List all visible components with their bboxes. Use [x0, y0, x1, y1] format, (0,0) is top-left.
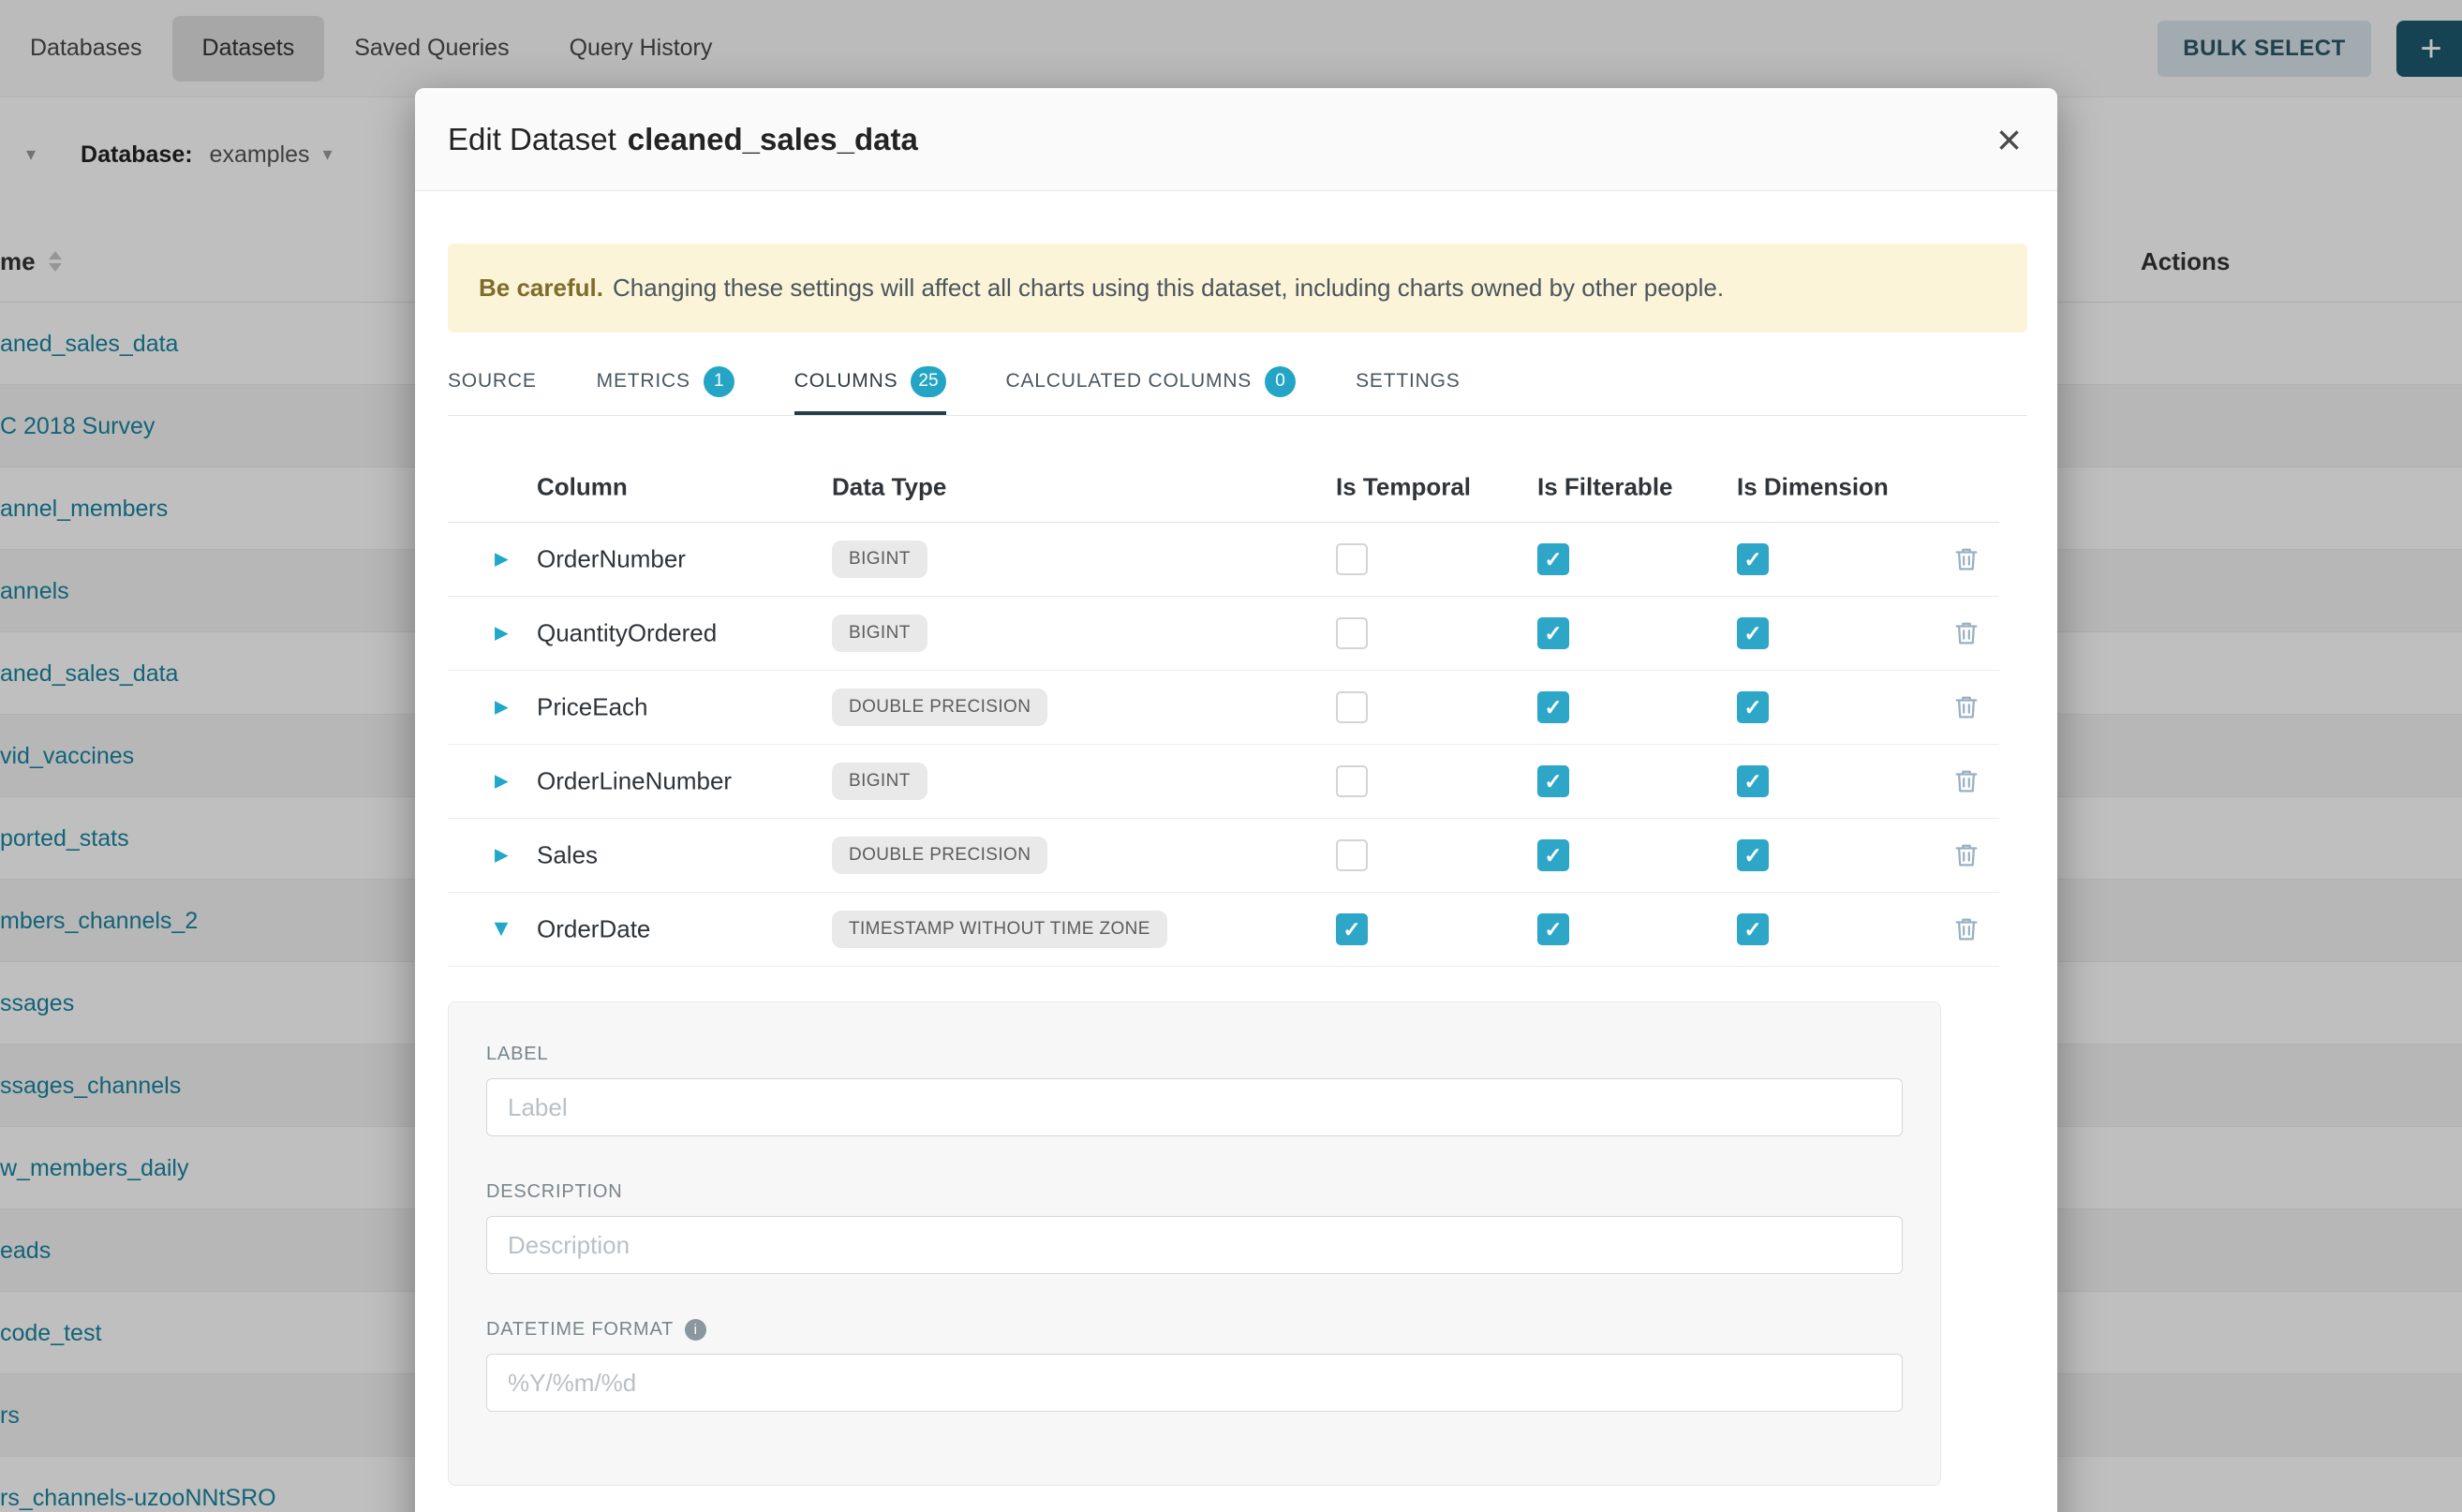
label-text: LABEL: [486, 1044, 548, 1065]
is-temporal-checkbox[interactable]: [1336, 617, 1368, 649]
columns-table: Column Data Type Is Temporal Is Filterab…: [448, 416, 1999, 967]
data-type-pill: BIGINT: [832, 541, 927, 578]
is-temporal-checkbox[interactable]: [1336, 839, 1368, 871]
is-filterable-checkbox[interactable]: [1537, 543, 1569, 575]
column-name: OrderNumber: [537, 545, 686, 574]
trash-icon[interactable]: [1952, 915, 1980, 943]
is-dimension-checkbox[interactable]: [1737, 617, 1769, 649]
metrics-count-badge: 1: [704, 366, 734, 397]
columns-table-header: Column Data Type Is Temporal Is Filterab…: [448, 416, 1999, 523]
modal-title-dataset-name: cleaned_sales_data: [628, 122, 918, 156]
is-filterable-checkbox[interactable]: [1537, 913, 1569, 945]
column-name: QuantityOrdered: [537, 619, 717, 648]
column-name: PriceEach: [537, 693, 648, 722]
description-input[interactable]: [486, 1216, 1903, 1274]
is-dimension-checkbox[interactable]: [1737, 691, 1769, 723]
data-type-pill: BIGINT: [832, 763, 927, 800]
is-dimension-checkbox[interactable]: [1737, 913, 1769, 945]
data-type-header: Data Type: [832, 472, 946, 501]
is-dimension-checkbox[interactable]: [1737, 839, 1769, 871]
modal-header: Edit Dataset cleaned_sales_data ×: [415, 88, 2057, 191]
is-filterable-checkbox[interactable]: [1537, 691, 1569, 723]
warning-text: Changing these settings will affect all …: [613, 274, 1724, 303]
is-filterable-checkbox[interactable]: [1537, 617, 1569, 649]
column-name: OrderLineNumber: [537, 767, 732, 796]
modal-body: Be careful. Changing these settings will…: [415, 244, 2057, 1486]
tab-label: COLUMNS: [794, 370, 898, 393]
trash-icon[interactable]: [1952, 841, 1980, 869]
tab-calculated-columns[interactable]: CALCULATED COLUMNS 0: [1006, 348, 1297, 415]
column-row: QuantityOrdered BIGINT: [448, 597, 1999, 671]
is-filterable-header: Is Filterable: [1537, 472, 1673, 501]
modal-title-prefix: Edit Dataset: [448, 122, 616, 156]
label-input[interactable]: [486, 1078, 1903, 1136]
column-name: Sales: [537, 841, 598, 870]
app: Databases Datasets Saved Queries Query H…: [0, 0, 2462, 1512]
modal-title: Edit Dataset cleaned_sales_data: [448, 122, 918, 157]
calculated-columns-count-badge: 0: [1265, 366, 1296, 397]
tab-source[interactable]: SOURCE: [448, 348, 537, 415]
data-type-pill: DOUBLE PRECISION: [832, 837, 1047, 874]
info-icon[interactable]: [685, 1319, 706, 1341]
collapse-caret-icon[interactable]: [491, 923, 512, 937]
is-filterable-checkbox[interactable]: [1537, 765, 1569, 797]
tab-label: SETTINGS: [1356, 370, 1460, 393]
modal-tabs: SOURCE METRICS 1 COLUMNS 25 CALCULATED C…: [448, 348, 2027, 416]
tab-settings[interactable]: SETTINGS: [1356, 348, 1460, 415]
column-row: OrderDate TIMESTAMP WITHOUT TIME ZONE: [448, 893, 1999, 967]
is-temporal-checkbox[interactable]: [1336, 543, 1368, 575]
trash-icon[interactable]: [1952, 619, 1980, 647]
column-row: OrderNumber BIGINT: [448, 523, 1999, 597]
column-row: OrderLineNumber BIGINT: [448, 745, 1999, 819]
warning-banner: Be careful. Changing these settings will…: [448, 244, 2027, 333]
expand-caret-icon[interactable]: [495, 771, 509, 793]
label-field-label: LABEL: [486, 1044, 1903, 1065]
datetime-format-input[interactable]: [486, 1354, 1903, 1412]
expand-caret-icon[interactable]: [495, 697, 509, 719]
edit-dataset-modal: Edit Dataset cleaned_sales_data × Be care…: [415, 88, 2057, 1512]
tab-label: SOURCE: [448, 370, 537, 393]
is-temporal-checkbox[interactable]: [1336, 913, 1368, 945]
is-temporal-checkbox[interactable]: [1336, 765, 1368, 797]
description-field-label: DESCRIPTION: [486, 1181, 1903, 1203]
trash-icon[interactable]: [1952, 767, 1980, 795]
warning-bold-text: Be careful.: [479, 274, 603, 303]
tab-label: CALCULATED COLUMNS: [1006, 370, 1253, 393]
tab-label: METRICS: [597, 370, 690, 393]
is-temporal-checkbox[interactable]: [1336, 691, 1368, 723]
label-text: DATETIME FORMAT: [486, 1319, 674, 1341]
column-header: Column: [537, 472, 628, 501]
data-type-pill: TIMESTAMP WITHOUT TIME ZONE: [832, 911, 1167, 948]
expand-caret-icon[interactable]: [495, 623, 509, 645]
label-text: DESCRIPTION: [486, 1181, 622, 1203]
data-type-pill: DOUBLE PRECISION: [832, 689, 1047, 726]
tab-metrics[interactable]: METRICS 1: [597, 348, 734, 415]
columns-count-badge: 25: [911, 366, 945, 397]
trash-icon[interactable]: [1952, 545, 1980, 573]
is-temporal-header: Is Temporal: [1336, 472, 1471, 501]
data-type-pill: BIGINT: [832, 615, 927, 652]
tab-columns[interactable]: COLUMNS 25: [794, 348, 946, 415]
trash-icon[interactable]: [1952, 693, 1980, 721]
close-icon[interactable]: ×: [1996, 88, 2022, 191]
column-editor-panel: LABEL DESCRIPTION DATETIME FORMAT: [448, 1001, 1941, 1486]
expand-caret-icon[interactable]: [495, 845, 509, 867]
column-row: Sales DOUBLE PRECISION: [448, 819, 1999, 893]
column-name: OrderDate: [537, 915, 650, 944]
is-dimension-checkbox[interactable]: [1737, 765, 1769, 797]
datetime-format-field-label: DATETIME FORMAT: [486, 1319, 1903, 1341]
column-row: PriceEach DOUBLE PRECISION: [448, 671, 1999, 745]
expand-caret-icon[interactable]: [495, 549, 509, 571]
is-dimension-checkbox[interactable]: [1737, 543, 1769, 575]
is-dimension-header: Is Dimension: [1737, 472, 1889, 501]
is-filterable-checkbox[interactable]: [1537, 839, 1569, 871]
